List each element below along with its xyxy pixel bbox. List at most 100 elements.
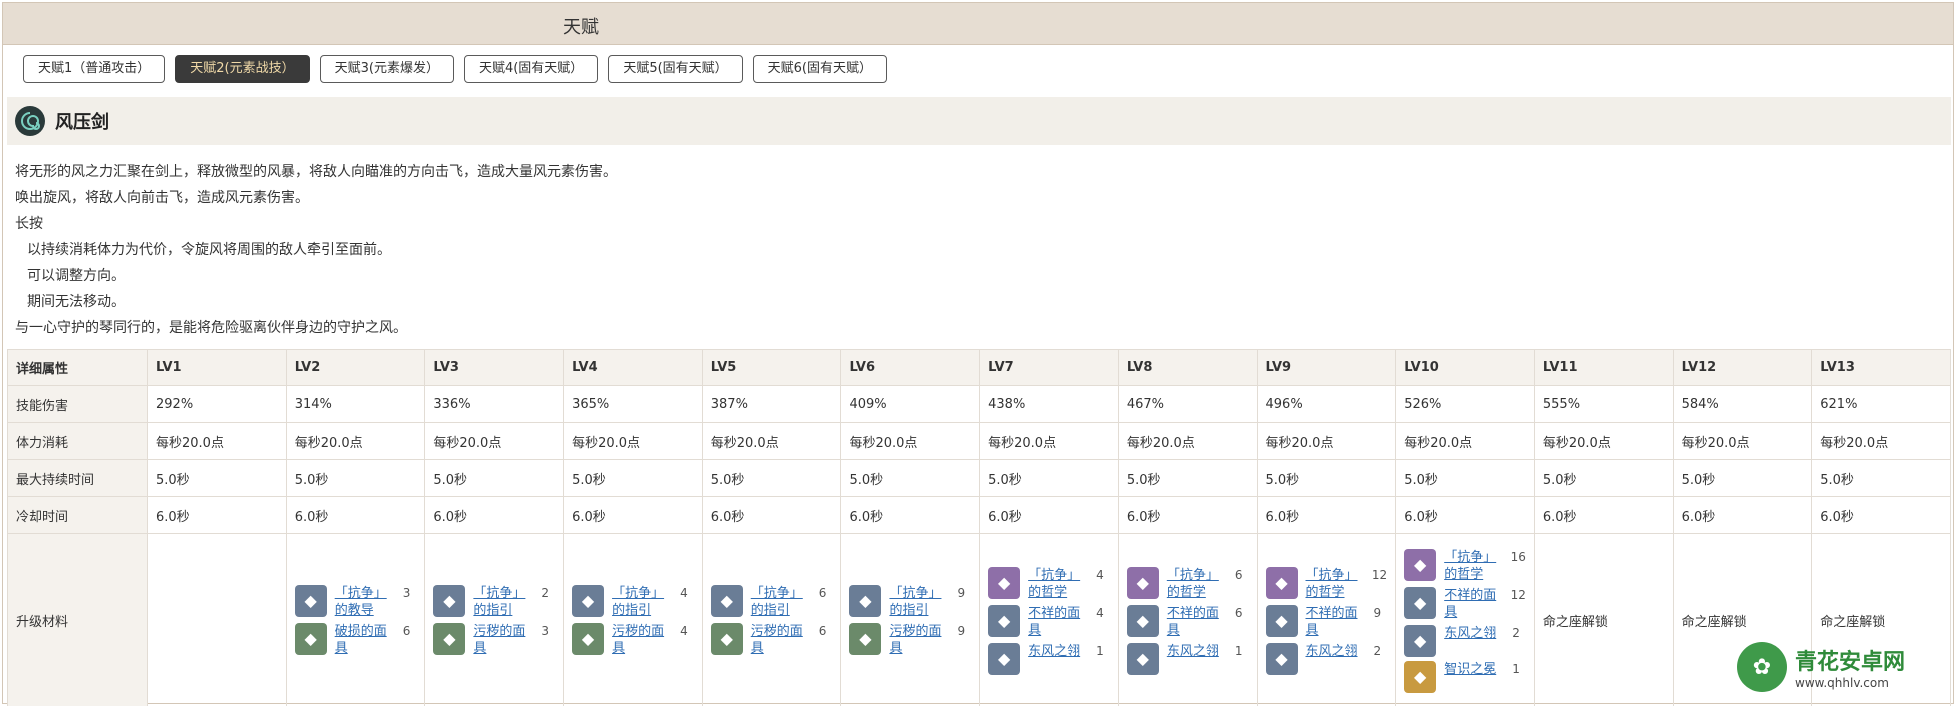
row-cell: 6.0秒 <box>1117 496 1258 534</box>
desc-line: 期间无法移动。 <box>27 294 125 310</box>
material-icon: ◆ <box>1265 604 1298 637</box>
material-icon: ◆ <box>1404 660 1437 693</box>
material-link[interactable]: 「抗争」的哲学 <box>1444 549 1504 583</box>
row-cell: 5.0秒 <box>1256 459 1397 497</box>
watermark-url: www.qhhlv.com <box>1795 676 1889 690</box>
tab-talent-4[interactable]: 天赋4(固有天赋） <box>463 55 599 83</box>
row-cell: 467% <box>1117 385 1258 423</box>
material-link[interactable]: 「抗争」的哲学 <box>1306 567 1366 601</box>
wind-swirl-icon <box>15 106 45 136</box>
row-cell: 每秒20.0点 <box>563 422 703 460</box>
material-icon: ◆ <box>1126 642 1159 675</box>
skill-name: 风压剑 <box>55 112 109 133</box>
header-level: LV12 <box>1672 349 1813 386</box>
tab-talent-1[interactable]: 天赋1（普通攻击） <box>23 55 166 83</box>
material-link[interactable]: 不祥的面具 <box>1028 605 1090 639</box>
row-cell: 每秒20.0点 <box>840 422 981 460</box>
material-icon: ◆ <box>433 584 466 617</box>
material-cell: ◆ 「抗争」的哲学 4 ◆ 不祥的面具 4 ◆ 东风之翎 1 <box>979 533 1119 706</box>
material-item: ◆ 「抗争」的哲学 12 <box>1265 566 1387 601</box>
material-cell: 命之座解锁 <box>1533 533 1674 706</box>
material-cell: ◆ 「抗争」的指引 4 ◆ 污秽的面具 4 <box>563 533 703 706</box>
material-link[interactable]: 东风之翎 <box>1306 643 1368 660</box>
row-cell: 每秒20.0点 <box>1256 422 1397 460</box>
row-cell: 5.0秒 <box>701 459 842 497</box>
talent-level-table: 详细属性 LV1 LV2 LV3 LV4 LV5 LV6 LV7 LV8 LV9 LV10 LV11 L… <box>7 349 1951 706</box>
header-level: LV8 <box>1117 349 1258 386</box>
material-icon: ◆ <box>294 584 327 617</box>
material-item: ◆ 「抗争」的教导 3 <box>294 584 417 619</box>
material-link[interactable]: 不祥的面具 <box>1306 605 1368 639</box>
material-item: ◆ 破损的面具 6 <box>294 622 417 657</box>
material-link[interactable]: 破损的面具 <box>335 623 397 657</box>
material-link[interactable]: 不祥的面具 <box>1444 587 1504 621</box>
material-link[interactable]: 「抗争」的指引 <box>751 585 813 619</box>
material-link[interactable]: 污秽的面具 <box>889 623 951 657</box>
material-link[interactable]: 污秽的面具 <box>473 623 535 657</box>
material-icon: ◆ <box>1126 604 1159 637</box>
tab-talent-6[interactable]: 天赋6(固有天赋） <box>752 55 887 83</box>
desc-line: 唤出旋风，将敌人向前击飞，造成风元素伤害。 <box>15 190 309 206</box>
material-icon: ◆ <box>849 622 882 655</box>
row-cell: 6.0秒 <box>147 496 287 534</box>
android-logo-icon: ✿ <box>1737 642 1787 692</box>
material-count: 9 <box>957 623 966 638</box>
table-row: 技能伤害 292% 314% 336% 365% 387% 409% 438% 467% 496%… <box>7 385 1951 423</box>
skill-description: 将无形的风之力汇聚在剑上，释放微型的风暴，将敌人向瞄准的方向击飞，造成大量风元素… <box>15 159 617 341</box>
tab-talent-5[interactable]: 天赋5(固有天赋） <box>608 55 743 83</box>
desc-line: 与一心守护的琴同行的，是能将危险驱离伙伴身边的守护之风。 <box>15 320 407 336</box>
material-cell <box>147 533 287 706</box>
header-level: LV13 <box>1811 349 1951 386</box>
material-link[interactable]: 不祥的面具 <box>1167 605 1229 639</box>
material-link[interactable]: 「抗争」的哲学 <box>1028 567 1090 601</box>
header-level: LV3 <box>424 349 565 386</box>
material-link[interactable]: 东风之翎 <box>1167 643 1229 660</box>
material-item: ◆ 智识之冕 1 <box>1404 660 1526 693</box>
material-link[interactable]: 东风之翎 <box>1444 625 1506 642</box>
skill-header: 风压剑 <box>7 97 1951 145</box>
material-link[interactable]: 污秽的面具 <box>751 623 813 657</box>
material-link[interactable]: 东风之翎 <box>1028 643 1090 660</box>
material-item: ◆ 污秽的面具 6 <box>710 622 833 657</box>
material-link[interactable]: 「抗争」的哲学 <box>1167 567 1229 601</box>
row-cell: 5.0秒 <box>1395 459 1535 497</box>
material-cell: ◆ 「抗争」的指引 6 ◆ 污秽的面具 6 <box>701 533 842 706</box>
tab-talent-3[interactable]: 天赋3(元素爆发） <box>319 55 454 83</box>
material-link[interactable]: 智识之冕 <box>1444 661 1506 678</box>
material-count: 6 <box>1234 567 1243 582</box>
material-link[interactable]: 污秽的面具 <box>612 623 674 657</box>
row-cell: 584% <box>1672 385 1813 423</box>
material-cell: ◆ 「抗争」的哲学 6 ◆ 不祥的面具 6 ◆ 东风之翎 1 <box>1117 533 1258 706</box>
panel-titlebar: 天赋 <box>3 3 1953 45</box>
material-link[interactable]: 「抗争」的指引 <box>473 585 535 619</box>
row-cell: 5.0秒 <box>1533 459 1674 497</box>
material-item: ◆ 「抗争」的哲学 16 <box>1404 548 1526 583</box>
row-cell: 每秒20.0点 <box>1117 422 1258 460</box>
material-link[interactable]: 「抗争」的教导 <box>335 585 397 619</box>
material-cell: ◆ 「抗争」的指引 9 ◆ 污秽的面具 9 <box>840 533 981 706</box>
material-icon: ◆ <box>988 566 1021 599</box>
row-cell: 5.0秒 <box>1117 459 1258 497</box>
material-item: ◆ 东风之翎 1 <box>988 642 1110 675</box>
material-icon: ◆ <box>988 642 1021 675</box>
row-cell: 每秒20.0点 <box>1533 422 1674 460</box>
material-icon: ◆ <box>849 584 882 617</box>
header-level: LV5 <box>701 349 842 386</box>
material-item: ◆ 「抗争」的指引 4 <box>572 584 694 619</box>
material-icon: ◆ <box>1404 548 1437 581</box>
material-icon: ◆ <box>433 622 466 655</box>
row-cell: 555% <box>1533 385 1674 423</box>
material-link[interactable]: 「抗争」的指引 <box>889 585 951 619</box>
row-cell: 314% <box>285 385 426 423</box>
material-icon: ◆ <box>1265 642 1298 675</box>
material-link[interactable]: 「抗争」的指引 <box>612 585 674 619</box>
talent-panel: 天赋 天赋1（普通攻击） 天赋2(元素战技） 天赋3(元素爆发） 天赋4(固有天… <box>2 2 1954 706</box>
material-item: ◆ 东风之翎 2 <box>1404 624 1526 657</box>
row-cell: 每秒20.0点 <box>979 422 1119 460</box>
tab-talent-2[interactable]: 天赋2(元素战技） <box>175 55 310 83</box>
material-count: 12 <box>1510 587 1526 602</box>
material-count: 2 <box>541 585 550 600</box>
material-item: ◆ 不祥的面具 9 <box>1265 604 1388 639</box>
row-label: 体力消耗 <box>7 422 148 460</box>
material-icon: ◆ <box>572 622 605 655</box>
